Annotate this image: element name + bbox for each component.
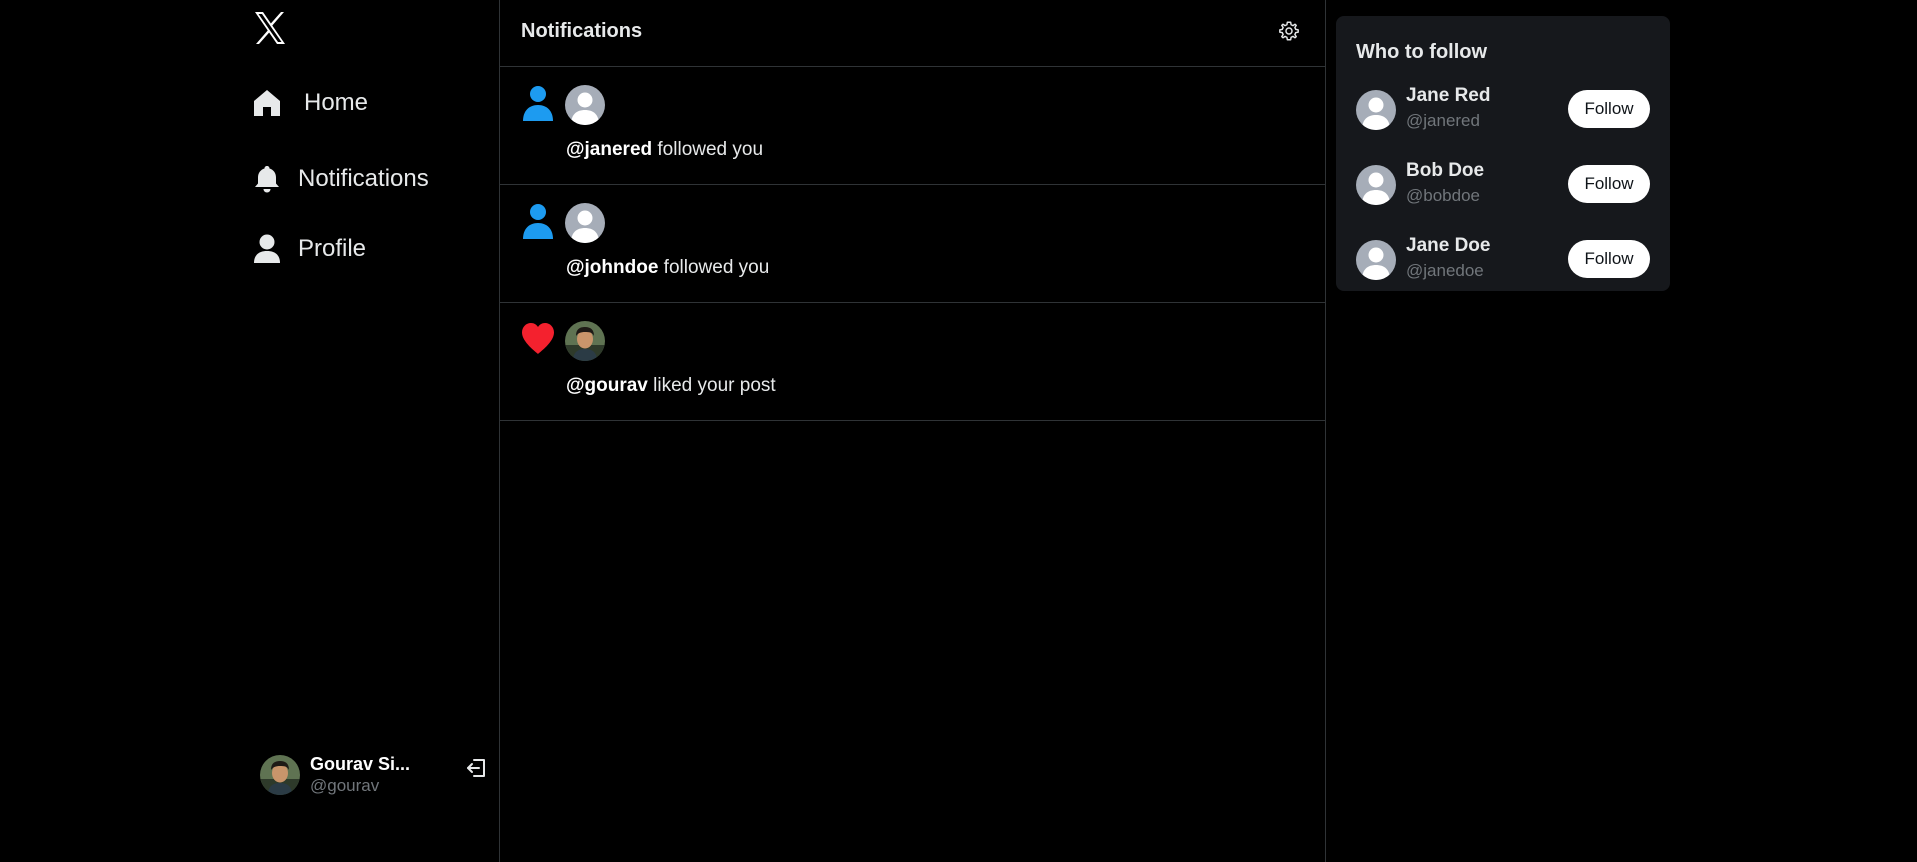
follow-button[interactable]: Follow (1568, 240, 1650, 278)
avatar[interactable] (1356, 165, 1396, 205)
notification-item[interactable]: @johndoe followed you (500, 185, 1325, 303)
person-icon (252, 234, 282, 264)
avatar[interactable] (1356, 240, 1396, 280)
suggestion-handle: @janered (1406, 111, 1480, 130)
who-to-follow-card: Who to follow Jane Red @janered Follow B… (1336, 16, 1670, 291)
home-icon (252, 88, 282, 118)
follow-button[interactable]: Follow (1568, 90, 1650, 128)
notification-message: liked your post (647, 375, 776, 396)
sidebar-item-label: Notifications (298, 165, 429, 192)
sidebar: Home Notifications Profile Gourav Si... … (238, 0, 500, 862)
notification-handle[interactable]: @janered (566, 139, 652, 160)
suggestion-handle: @bobdoe (1406, 186, 1480, 205)
notification-text: @janered followed you (566, 139, 763, 161)
notification-message: followed you (652, 139, 764, 160)
account-switcher[interactable]: Gourav Si... @gourav (260, 754, 488, 796)
gear-icon[interactable] (1278, 20, 1300, 42)
account-name: Gourav Si... (310, 754, 411, 774)
person-icon (520, 203, 556, 239)
follow-button[interactable]: Follow (1568, 165, 1650, 203)
account-handle: @gourav (310, 776, 380, 795)
avatar[interactable] (565, 203, 605, 243)
suggestion-handle: @janedoe (1406, 261, 1484, 280)
sidebar-item-notifications[interactable]: Notifications (252, 164, 429, 194)
x-logo-icon[interactable] (250, 8, 290, 48)
avatar[interactable] (565, 321, 605, 361)
follow-suggestion[interactable]: Bob Doe @bobdoe Follow (1356, 160, 1650, 210)
suggestion-name: Jane Red (1406, 85, 1491, 106)
main-header: Notifications (500, 0, 1325, 67)
notification-handle[interactable]: @gourav (566, 375, 648, 396)
account-info: Gourav Si... @gourav (310, 753, 410, 797)
sidebar-item-label: Home (304, 89, 369, 116)
sidebar-item-label: Profile (298, 235, 367, 262)
notification-text: @johndoe followed you (566, 257, 769, 279)
notification-text: @gourav liked your post (566, 375, 776, 397)
person-icon (520, 85, 556, 121)
main-column: Notifications @janered followed you @joh… (500, 0, 1326, 862)
notification-item[interactable]: @gourav liked your post (500, 303, 1325, 421)
sidebar-item-home[interactable]: Home (252, 88, 368, 118)
suggestion-name: Bob Doe (1406, 160, 1485, 181)
notification-item[interactable]: @janered followed you (500, 67, 1325, 185)
notification-handle[interactable]: @johndoe (566, 257, 658, 278)
sidebar-item-profile[interactable]: Profile (252, 234, 366, 264)
who-to-follow-title: Who to follow (1356, 41, 1488, 63)
follow-suggestion[interactable]: Jane Doe @janedoe Follow (1356, 235, 1650, 285)
avatar (260, 755, 300, 795)
suggestion-name: Jane Doe (1406, 235, 1491, 256)
avatar[interactable] (565, 85, 605, 125)
bell-icon (252, 164, 282, 194)
heart-icon (520, 321, 556, 357)
page-title: Notifications (521, 20, 643, 42)
logout-icon[interactable] (464, 756, 488, 780)
follow-suggestion[interactable]: Jane Red @janered Follow (1356, 85, 1650, 135)
notification-message: followed you (658, 257, 770, 278)
avatar[interactable] (1356, 90, 1396, 130)
